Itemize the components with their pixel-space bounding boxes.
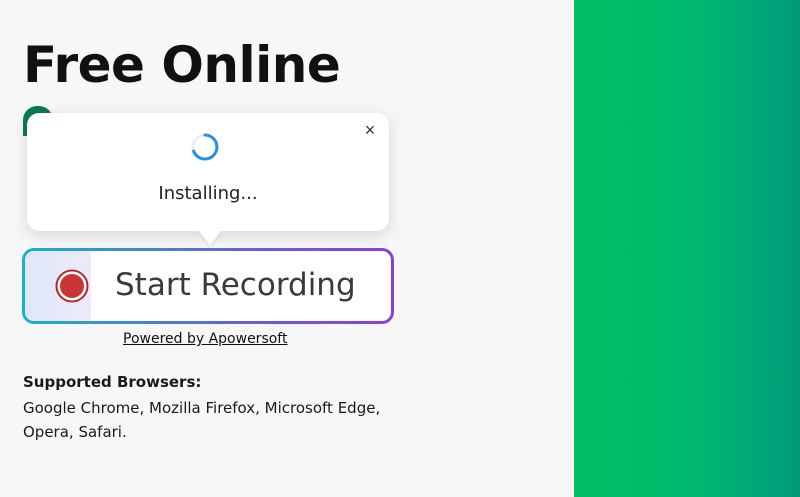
record-icon xyxy=(55,269,89,303)
loading-spinner-icon xyxy=(191,133,219,161)
start-recording-button[interactable]: Start Recording xyxy=(22,248,394,324)
installing-status-text: Installing... xyxy=(158,183,258,204)
installing-popup: × Installing... xyxy=(27,113,389,231)
start-recording-label: Start Recording xyxy=(115,267,356,303)
green-banner-panel xyxy=(574,0,800,497)
powered-by-link[interactable]: Powered by Apowersoft xyxy=(123,331,287,347)
supported-browsers-heading: Supported Browsers: xyxy=(23,373,202,391)
start-recording-button-inner: Start Recording xyxy=(25,251,391,321)
supported-browsers-list: Google Chrome, Mozilla Firefox, Microsof… xyxy=(23,399,381,441)
page-title: Free Online xyxy=(23,36,341,94)
close-icon[interactable]: × xyxy=(359,119,381,141)
